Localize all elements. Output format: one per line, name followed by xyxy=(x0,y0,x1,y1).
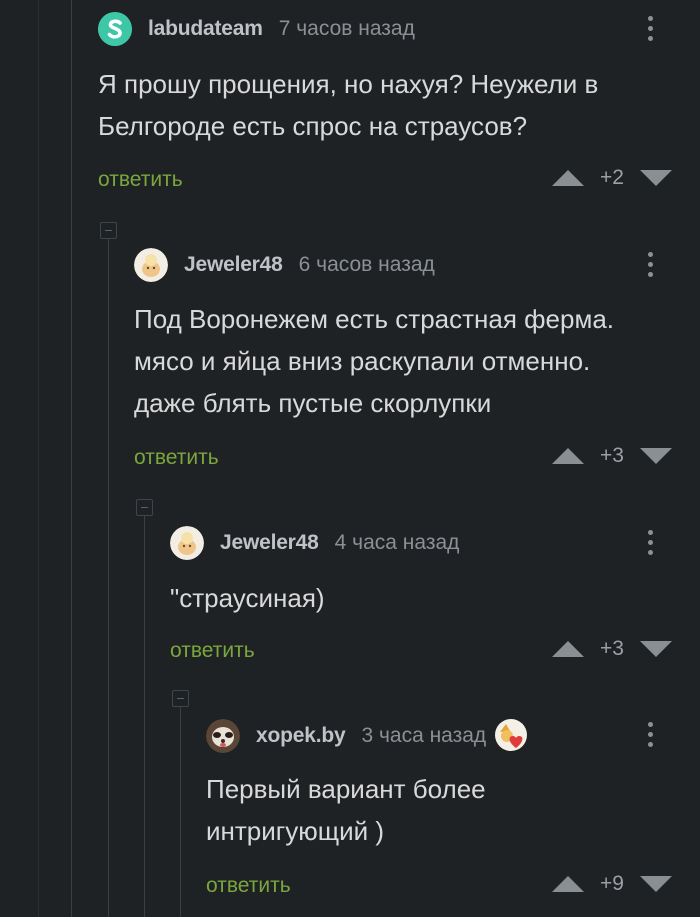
s-logo-icon xyxy=(98,12,132,46)
thread-line xyxy=(144,515,145,917)
user-avatar[interactable] xyxy=(206,719,240,753)
vote-controls: +9 xyxy=(552,872,672,896)
ferret-avatar-icon xyxy=(206,719,240,753)
award-badge-icon[interactable] xyxy=(494,718,530,754)
comment-text: Первый вариант более интригующий ) xyxy=(206,774,486,846)
thread-line xyxy=(180,706,181,917)
upvote-arrow-icon[interactable] xyxy=(552,876,584,892)
avatar-image-icon xyxy=(134,248,168,282)
comment: xopek.by 3 часа назад Первый вариант бол… xyxy=(206,0,700,917)
more-options-icon[interactable] xyxy=(648,722,654,750)
collapse-thread-button[interactable] xyxy=(172,690,189,707)
thread-line xyxy=(38,0,39,917)
avatar-image-icon xyxy=(170,526,204,560)
comment-rating: +9 xyxy=(600,872,624,895)
user-avatar[interactable] xyxy=(170,526,204,560)
user-avatar[interactable] xyxy=(134,248,168,282)
user-avatar[interactable] xyxy=(98,12,132,46)
downvote-arrow-icon[interactable] xyxy=(640,876,672,892)
collapse-thread-button[interactable] xyxy=(100,222,117,239)
comment-time: 3 часа назад xyxy=(361,724,487,747)
username-link[interactable]: xopek.by xyxy=(256,724,346,748)
collapse-thread-button[interactable] xyxy=(136,499,153,516)
thread-line xyxy=(71,0,72,917)
reply-link[interactable]: ответить xyxy=(206,874,291,898)
thread-line xyxy=(108,238,109,917)
